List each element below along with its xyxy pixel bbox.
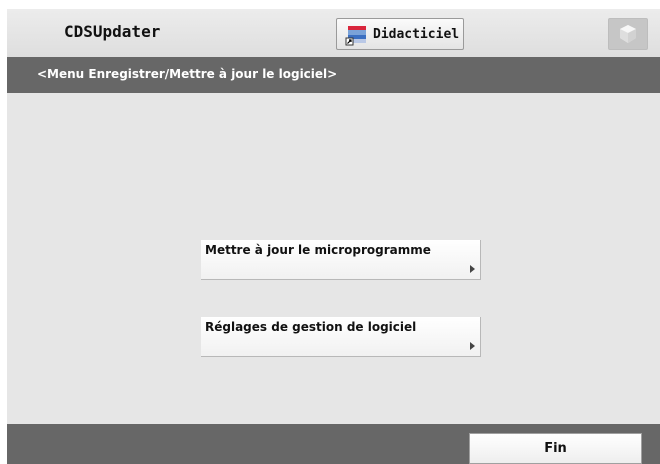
tutorial-button[interactable]: Didacticiel: [336, 18, 464, 50]
footer-bar: Fin: [7, 424, 660, 464]
system-status-button[interactable]: [608, 18, 648, 50]
chevron-right-icon: [470, 342, 475, 350]
software-management-settings-label: Réglages de gestion de logiciel: [205, 320, 417, 334]
title-bar: CDSUpdater Didacticiel: [7, 9, 660, 57]
cube-icon: [620, 25, 636, 43]
app-window: CDSUpdater Didacticiel <Menu Enregistrer…: [7, 9, 660, 464]
update-firmware-button[interactable]: Mettre à jour le microprogramme: [201, 240, 481, 280]
breadcrumb: <Menu Enregistrer/Mettre à jour le logic…: [37, 67, 338, 81]
tutorial-label: Didacticiel: [373, 26, 460, 42]
app-title: CDSUpdater: [64, 22, 161, 41]
tutorial-icon: [345, 26, 366, 46]
end-button[interactable]: Fin: [469, 433, 642, 464]
update-firmware-label: Mettre à jour le microprogramme: [205, 243, 431, 257]
software-management-settings-button[interactable]: Réglages de gestion de logiciel: [201, 317, 481, 357]
chevron-right-icon: [470, 265, 475, 273]
breadcrumb-bar: <Menu Enregistrer/Mettre à jour le logic…: [7, 57, 660, 93]
